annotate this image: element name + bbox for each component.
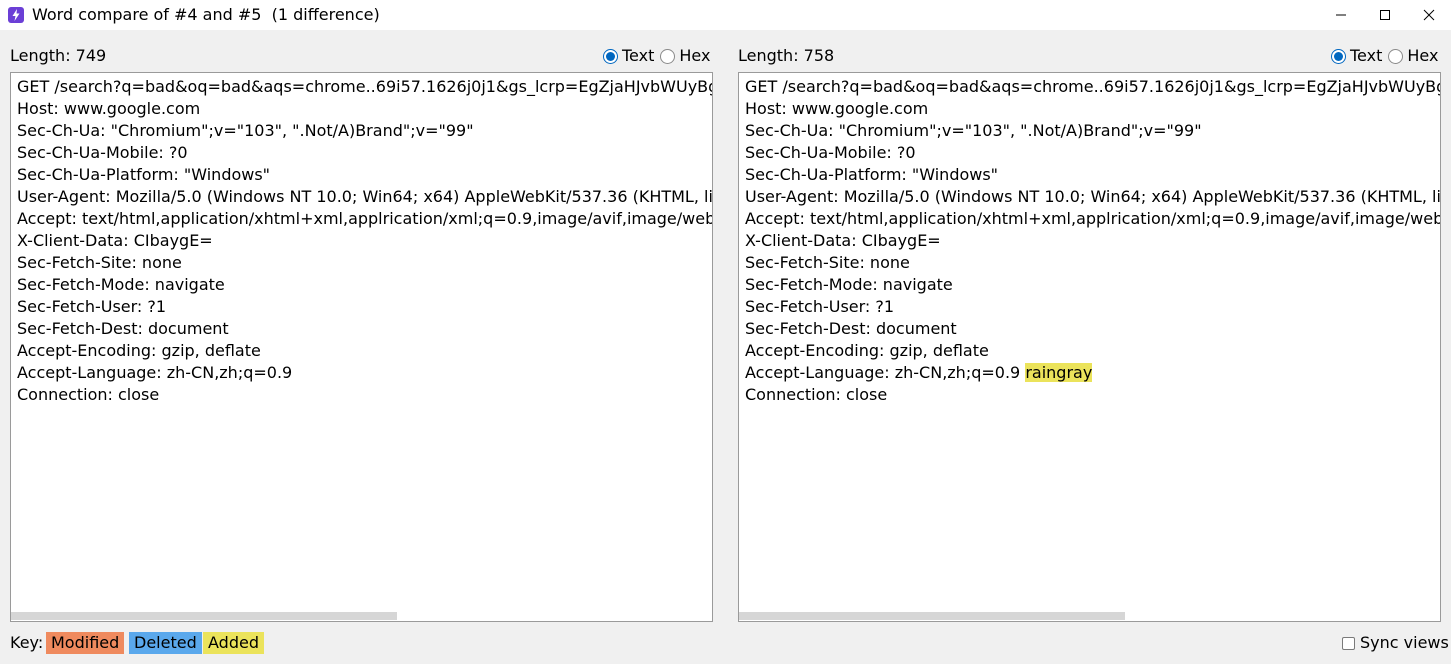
right-hex-radio[interactable] [1388, 48, 1404, 64]
line-text: Accept-Encoding: gzip, deflate [17, 341, 261, 360]
line-text: Accept: text/html,application/xhtml+xml,… [745, 209, 1440, 228]
text-line: Sec-Ch-Ua-Mobile: ?0 [745, 142, 1440, 164]
text-line: Host: www.google.com [17, 98, 712, 120]
left-hex-radio[interactable] [660, 48, 676, 64]
maximize-icon [1380, 10, 1390, 20]
deleted-key-chip: Deleted [129, 632, 202, 654]
text-line: Accept-Language: zh-CN,zh;q=0.9 [17, 362, 712, 384]
close-icon [1423, 9, 1435, 21]
minimize-icon [1336, 14, 1346, 16]
text-line: Sec-Fetch-Mode: navigate [745, 274, 1440, 296]
right-text-pane[interactable]: GET /search?q=bad&oq=bad&aqs=chrome..69i… [738, 72, 1441, 622]
text-line: GET /search?q=bad&oq=bad&aqs=chrome..69i… [17, 76, 712, 98]
left-text-radio-label[interactable]: Text [622, 47, 654, 65]
modified-key-chip: Modified [46, 632, 125, 654]
left-text-radio[interactable] [603, 48, 618, 64]
line-text: Host: www.google.com [745, 99, 929, 118]
text-line: Sec-Ch-Ua-Platform: "Windows" [745, 164, 1440, 186]
text-line: Sec-Fetch-User: ?1 [745, 296, 1440, 318]
left-length-label: Length: 749 [10, 46, 107, 65]
line-text: Sec-Fetch-User: ?1 [745, 297, 895, 316]
left-mode-toggle: Text Hex [603, 47, 716, 65]
text-line: Sec-Ch-Ua-Mobile: ?0 [17, 142, 712, 164]
line-text: Sec-Fetch-Dest: document [745, 319, 957, 338]
text-line: Accept: text/html,application/xhtml+xml,… [17, 208, 712, 230]
right-hex-radio-label[interactable]: Hex [1407, 47, 1438, 65]
line-text: Connection: close [745, 385, 888, 404]
sync-views-checkbox[interactable] [1342, 636, 1355, 650]
text-line: Accept-Encoding: gzip, deflate [745, 340, 1440, 362]
line-text: X-Client-Data: CIbaygE= [745, 231, 941, 250]
line-text: Sec-Fetch-Mode: navigate [17, 275, 225, 294]
line-text: Accept-Encoding: gzip, deflate [745, 341, 989, 360]
text-line: Sec-Ch-Ua: "Chromium";v="103", ".Not/A)B… [17, 120, 712, 142]
text-line: Sec-Fetch-Dest: document [745, 318, 1440, 340]
text-line: Accept-Language: zh-CN,zh;q=0.9 raingray [745, 362, 1440, 384]
text-line: Sec-Ch-Ua-Platform: "Windows" [17, 164, 712, 186]
right-length-label: Length: 758 [738, 46, 835, 65]
title-bar: Word compare of #4 and #5 (1 difference) [0, 0, 1451, 30]
text-line: X-Client-Data: CIbaygE= [745, 230, 1440, 252]
line-text: Sec-Ch-Ua-Mobile: ?0 [17, 143, 188, 162]
text-line: User-Agent: Mozilla/5.0 (Windows NT 10.0… [745, 186, 1440, 208]
text-line: Connection: close [745, 384, 1440, 406]
line-text: Sec-Ch-Ua-Mobile: ?0 [745, 143, 916, 162]
text-line: Connection: close [17, 384, 712, 406]
text-line: User-Agent: Mozilla/5.0 (Windows NT 10.0… [17, 186, 712, 208]
line-text: Sec-Fetch-User: ?1 [17, 297, 167, 316]
sync-views-option[interactable]: Sync views [1342, 634, 1449, 652]
maximize-button[interactable] [1363, 0, 1407, 30]
sync-views-label[interactable]: Sync views [1360, 634, 1449, 652]
text-line: Host: www.google.com [745, 98, 1440, 120]
right-text-radio[interactable] [1331, 48, 1346, 64]
line-text: Accept-Language: zh-CN,zh;q=0.9 [17, 363, 293, 382]
line-text: Accept-Language: zh-CN,zh;q=0.9 [745, 363, 1021, 382]
text-line: Sec-Ch-Ua: "Chromium";v="103", ".Not/A)B… [745, 120, 1440, 142]
window-title: Word compare of #4 and #5 (1 difference) [32, 5, 380, 24]
right-text-content[interactable]: GET /search?q=bad&oq=bad&aqs=chrome..69i… [745, 76, 1440, 406]
line-text: Sec-Fetch-Site: none [17, 253, 182, 272]
added-key-chip: Added [203, 632, 264, 654]
added-word-highlight: raingray [1025, 363, 1093, 382]
line-text: Sec-Ch-Ua: "Chromium";v="103", ".Not/A)B… [745, 121, 1202, 140]
left-horizontal-scrollbar[interactable] [11, 611, 712, 621]
text-line: Accept: text/html,application/xhtml+xml,… [745, 208, 1440, 230]
key-label: Key: [10, 633, 44, 652]
text-line: Sec-Fetch-Site: none [17, 252, 712, 274]
line-text: Host: www.google.com [17, 99, 201, 118]
left-text-pane[interactable]: GET /search?q=bad&oq=bad&aqs=chrome..69i… [10, 72, 713, 622]
line-text: Sec-Fetch-Site: none [745, 253, 910, 272]
line-text: Sec-Ch-Ua-Platform: "Windows" [745, 165, 999, 184]
lightning-icon [8, 7, 24, 23]
text-line: Accept-Encoding: gzip, deflate [17, 340, 712, 362]
line-text: User-Agent: Mozilla/5.0 (Windows NT 10.0… [745, 187, 1440, 206]
left-text-content[interactable]: GET /search?q=bad&oq=bad&aqs=chrome..69i… [17, 76, 712, 406]
text-line: Sec-Fetch-User: ?1 [17, 296, 712, 318]
right-scrollbar-thumb[interactable] [739, 612, 1125, 620]
text-line: X-Client-Data: CIbaygE= [17, 230, 712, 252]
right-mode-toggle: Text Hex [1331, 47, 1444, 65]
close-button[interactable] [1407, 0, 1451, 30]
line-text: Sec-Fetch-Dest: document [17, 319, 229, 338]
line-text: Sec-Fetch-Mode: navigate [745, 275, 953, 294]
minimize-button[interactable] [1319, 0, 1363, 30]
text-line: Sec-Fetch-Mode: navigate [17, 274, 712, 296]
left-hex-radio-label[interactable]: Hex [679, 47, 710, 65]
line-text: User-Agent: Mozilla/5.0 (Windows NT 10.0… [17, 187, 712, 206]
line-text: X-Client-Data: CIbaygE= [17, 231, 213, 250]
left-scrollbar-thumb[interactable] [11, 612, 397, 620]
text-line: Sec-Fetch-Dest: document [17, 318, 712, 340]
line-text: GET /search?q=bad&oq=bad&aqs=chrome..69i… [745, 77, 1440, 96]
line-text: Connection: close [17, 385, 160, 404]
text-line: Sec-Fetch-Site: none [745, 252, 1440, 274]
line-text: Accept: text/html,application/xhtml+xml,… [17, 209, 712, 228]
text-line: GET /search?q=bad&oq=bad&aqs=chrome..69i… [745, 76, 1440, 98]
line-text: Sec-Ch-Ua: "Chromium";v="103", ".Not/A)B… [17, 121, 474, 140]
right-horizontal-scrollbar[interactable] [739, 611, 1440, 621]
line-text: Sec-Ch-Ua-Platform: "Windows" [17, 165, 271, 184]
line-text: GET /search?q=bad&oq=bad&aqs=chrome..69i… [17, 77, 712, 96]
right-text-radio-label[interactable]: Text [1350, 47, 1382, 65]
